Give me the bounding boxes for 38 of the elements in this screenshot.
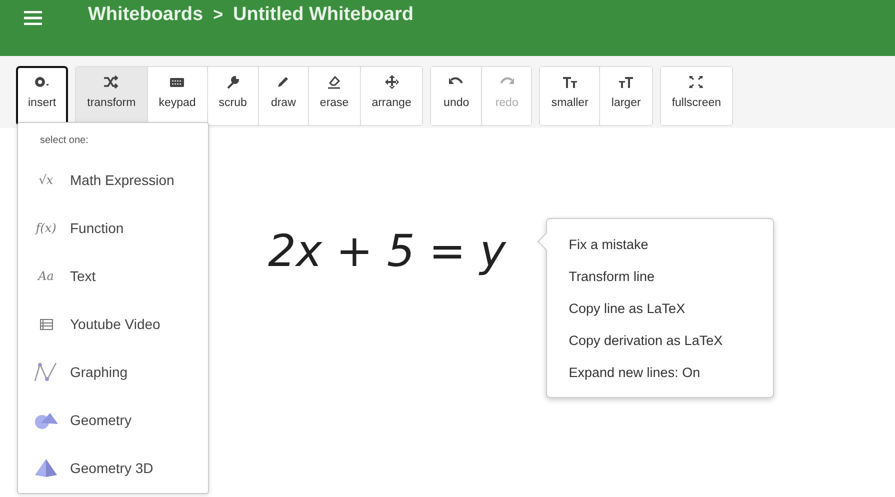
menu-item[interactable]: Geometry (70, 412, 132, 428)
math-symbol-icon: Aa (38, 269, 54, 283)
move-icon (384, 75, 400, 89)
menu-item[interactable]: Text (70, 268, 96, 284)
toolbar-button[interactable]: transform (76, 67, 147, 125)
film-icon (40, 318, 52, 330)
expand-icon (688, 75, 704, 89)
menu-item[interactable]: Math Expression (70, 172, 174, 188)
menu-item[interactable]: Transform line (568, 267, 773, 286)
page-title: Untitled Whiteboard (233, 4, 414, 26)
handwritten-equation[interactable]: 2x + 5 = y (268, 226, 506, 277)
text-size-icon (562, 75, 578, 89)
math-symbol-icon: √x (38, 173, 54, 187)
menu-item[interactable]: Geometry 3D (70, 460, 154, 476)
math-symbol-icon: f(x) (36, 221, 56, 235)
toolbar-button[interactable]: arrange (360, 67, 422, 125)
toolbar-button[interactable]: fullscreen (660, 67, 732, 125)
breadcrumb-link[interactable]: Whiteboards (88, 4, 204, 26)
menu-item[interactable]: Youtube Video (70, 316, 160, 332)
breadcrumb-separator: > (213, 5, 223, 25)
menu-item[interactable]: Copy line as LaTeX (568, 299, 773, 318)
pyramid-icon (33, 458, 59, 478)
menu-item[interactable]: Graphing (70, 364, 128, 380)
eraser-icon (326, 75, 342, 89)
keyboard-icon (169, 75, 186, 89)
menu-icon[interactable] (24, 11, 42, 25)
menu-heading: select one: (39, 135, 90, 146)
toolbar-button[interactable]: insert (17, 67, 68, 125)
menu-item[interactable]: Expand new lines: On (568, 363, 773, 382)
menu-item[interactable]: Copy derivation as LaTeX (568, 331, 773, 350)
toolbar-button[interactable]: larger (599, 67, 652, 125)
text-size-icon (618, 75, 634, 89)
menu-item[interactable]: Function (70, 220, 124, 236)
shuffle-icon (103, 75, 120, 89)
wrench-icon (224, 75, 241, 89)
menu-item[interactable]: Fix a mistake (568, 235, 773, 254)
curve-icon (33, 362, 59, 382)
shapes-icon (33, 411, 59, 429)
